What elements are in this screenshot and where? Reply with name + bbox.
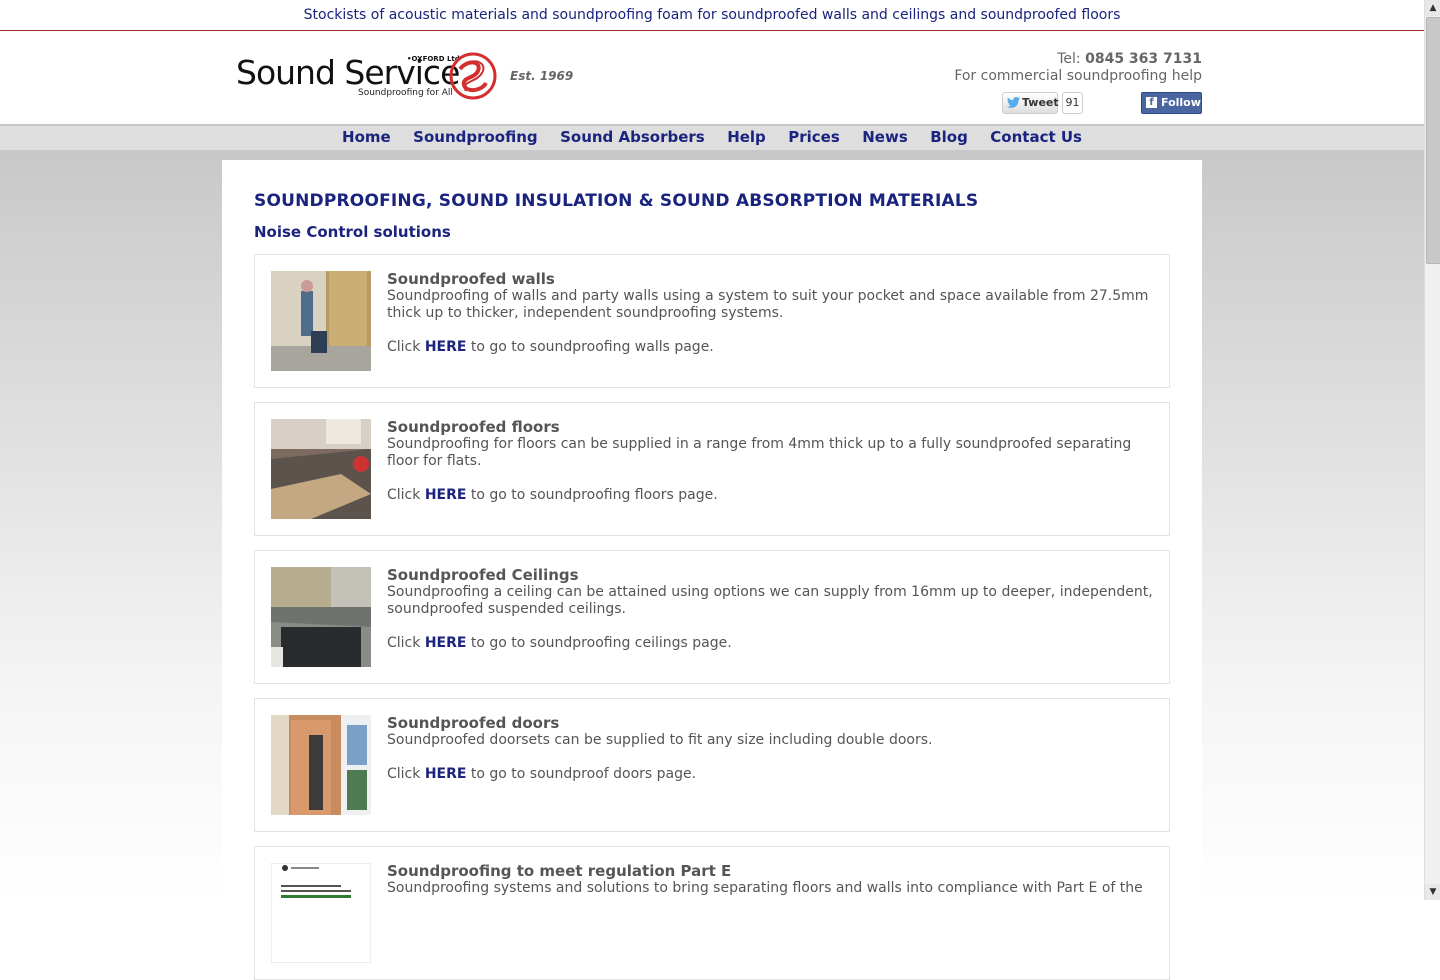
nav-contact-us[interactable]: Contact Us [990, 126, 1082, 148]
card-ceilings: Soundproofed Ceilings Soundproofing a ce… [254, 550, 1170, 684]
card-title: Soundproofing to meet regulation Part E [387, 862, 732, 880]
card-title: Soundproofed floors [387, 418, 560, 436]
card-link-line: Click HERE to go to soundproofing floors… [387, 487, 1157, 504]
card-walls: Soundproofed walls Soundproofing of wall… [254, 254, 1170, 388]
facebook-icon: f [1146, 97, 1157, 108]
top-banner: Stockists of acoustic materials and soun… [0, 0, 1424, 31]
nav-home[interactable]: Home [342, 126, 391, 148]
doors-photo-image [271, 715, 371, 815]
page-subtitle: Noise Control solutions [254, 223, 451, 241]
part-e-document-photo[interactable] [271, 863, 371, 963]
click-suffix: to go to soundproof doors page. [466, 766, 697, 782]
doors-here-link[interactable]: HERE [425, 766, 467, 782]
ceilings-photo[interactable] [271, 567, 371, 667]
nav-news[interactable]: News [862, 126, 908, 148]
card-doors: Soundproofed doors Soundproofed doorsets… [254, 698, 1170, 832]
twitter-bird-icon [1007, 97, 1020, 108]
site-logo[interactable]: Sound Service •OXFORD Ltd Soundproofing … [236, 51, 576, 105]
main-nav: Home Soundproofing Sound Absorbers Help … [0, 126, 1424, 149]
nav-sound-absorbers[interactable]: Sound Absorbers [560, 126, 705, 148]
logo-mark-icon [449, 52, 497, 100]
card-link-line: Click HERE to go to soundproofing walls … [387, 339, 1157, 356]
established-label: Est. 1969 [510, 69, 574, 83]
tweet-label: Tweet [1022, 96, 1059, 109]
nav-help[interactable]: Help [727, 126, 766, 148]
floors-photo-image [271, 419, 371, 519]
card-part-e-text: Soundproofing to meet regulation Part E … [387, 863, 1157, 897]
walls-photo[interactable] [271, 271, 371, 371]
card-description: Soundproofing for floors can be supplied… [387, 436, 1132, 469]
card-title: Soundproofed Ceilings [387, 566, 579, 584]
card-floors-text: Soundproofed floors Soundproofing for fl… [387, 419, 1157, 504]
click-suffix: to go to soundproofing ceilings page. [466, 635, 732, 651]
scroll-down-arrow-icon[interactable]: ▼ [1425, 884, 1440, 900]
click-prefix: Click [387, 487, 425, 503]
card-description: Soundproofing systems and solutions to b… [387, 880, 1143, 896]
commercial-help-text: For commercial soundproofing help [954, 68, 1202, 84]
card-link-line: Click HERE to go to soundproofing ceilin… [387, 635, 1157, 652]
floors-here-link[interactable]: HERE [425, 487, 467, 503]
card-ceilings-text: Soundproofed Ceilings Soundproofing a ce… [387, 567, 1157, 652]
vertical-scrollbar[interactable]: ▲ ▼ [1424, 0, 1440, 900]
page-title: SOUNDPROOFING, SOUND INSULATION & SOUND … [254, 191, 979, 211]
logo-tagline: Soundproofing for All [358, 88, 453, 98]
ceilings-photo-image [271, 567, 371, 667]
click-suffix: to go to soundproofing floors page. [466, 487, 718, 503]
card-doors-text: Soundproofed doors Soundproofed doorsets… [387, 715, 1157, 783]
contact-info: Tel: 0845 363 7131 For commercial soundp… [954, 51, 1202, 85]
tweet-count: 91 [1062, 92, 1083, 114]
facebook-follow-button[interactable]: f Follow [1141, 92, 1202, 114]
click-prefix: Click [387, 339, 425, 355]
tel-number[interactable]: 0845 363 7131 [1085, 51, 1202, 67]
card-link-line: Click HERE to go to soundproof doors pag… [387, 766, 1157, 783]
tel-label: Tel: [1057, 51, 1086, 67]
walls-photo-image [271, 271, 371, 371]
ceilings-here-link[interactable]: HERE [425, 635, 467, 651]
social-buttons: Tweet 91 f Follow [1002, 92, 1202, 114]
click-prefix: Click [387, 766, 425, 782]
nav-soundproofing[interactable]: Soundproofing [413, 126, 537, 148]
nav-blog[interactable]: Blog [930, 126, 968, 148]
doors-photo[interactable] [271, 715, 371, 815]
tweet-button[interactable]: Tweet [1002, 92, 1059, 114]
card-floors: Soundproofed floors Soundproofing for fl… [254, 402, 1170, 536]
card-description: Soundproofing a ceiling can be attained … [387, 584, 1153, 617]
floors-photo[interactable] [271, 419, 371, 519]
site-header: Sound Service •OXFORD Ltd Soundproofing … [0, 31, 1424, 124]
click-suffix: to go to soundproofing walls page. [466, 339, 714, 355]
card-walls-text: Soundproofed walls Soundproofing of wall… [387, 271, 1157, 356]
main-content: SOUNDPROOFING, SOUND INSULATION & SOUND … [222, 160, 1202, 980]
card-part-e: Soundproofing to meet regulation Part E … [254, 846, 1170, 980]
click-prefix: Click [387, 635, 425, 651]
card-description: Soundproofing of walls and party walls u… [387, 288, 1149, 321]
card-description: Soundproofed doorsets can be supplied to… [387, 732, 933, 748]
scroll-up-arrow-icon[interactable]: ▲ [1425, 0, 1440, 16]
scrollbar-thumb[interactable] [1426, 17, 1440, 264]
main-nav-bar: Home Soundproofing Sound Absorbers Help … [0, 124, 1424, 160]
walls-here-link[interactable]: HERE [425, 339, 467, 355]
follow-label: Follow [1161, 96, 1201, 109]
card-title: Soundproofed doors [387, 714, 560, 732]
nav-prices[interactable]: Prices [788, 126, 840, 148]
part-e-document-image [271, 863, 371, 963]
card-title: Soundproofed walls [387, 270, 555, 288]
